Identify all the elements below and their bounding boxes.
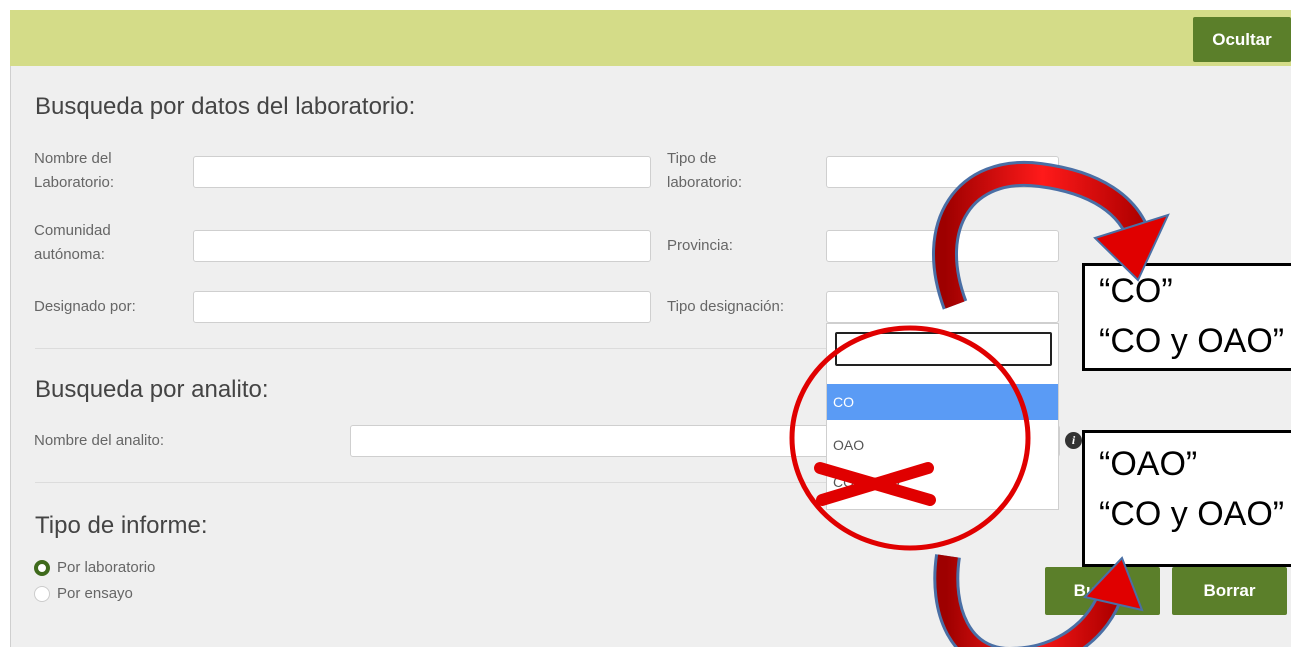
cross-mark	[814, 462, 936, 506]
annotation-overlay	[789, 160, 1170, 647]
highlight-circle	[789, 325, 1031, 551]
